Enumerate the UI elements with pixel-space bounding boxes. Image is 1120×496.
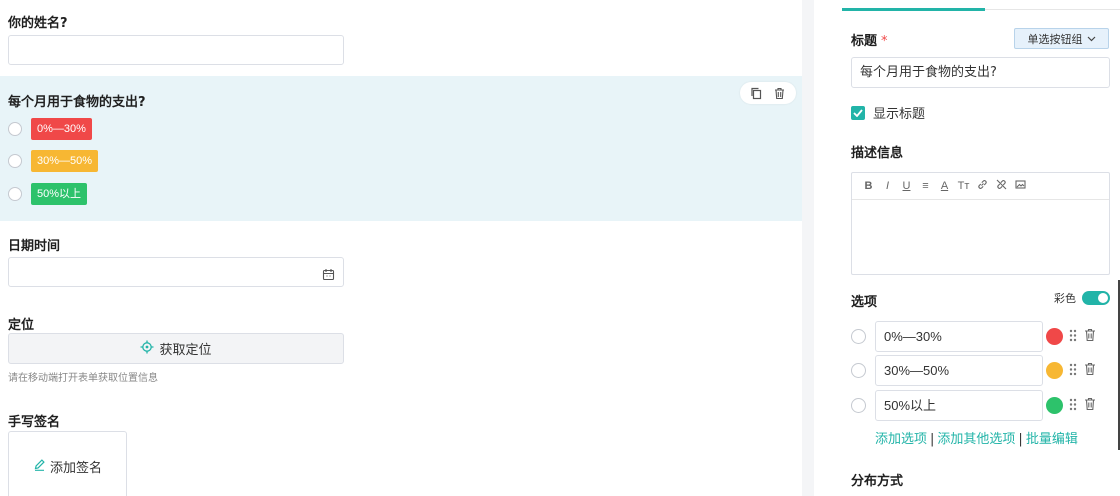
show-title-label: 显示标题	[873, 107, 926, 122]
option-input[interactable]: 0%—30%	[875, 321, 1043, 352]
options-label: 选项	[851, 295, 878, 310]
title-input[interactable]: 每个月用于食物的支出?	[851, 57, 1110, 88]
editor-toolbar: B I U ≡ A Tт	[852, 173, 1109, 200]
radio-option-tag: 30%—50%	[31, 150, 99, 172]
option-color-picker[interactable]	[1046, 328, 1063, 345]
location-hint: 请在移动端打开表单获取位置信息	[8, 373, 158, 384]
calendar-icon[interactable]	[322, 266, 335, 285]
food-expense-field[interactable]: 每个月用于食物的支出? 0%—30% 30%—50% 50%以上	[0, 76, 802, 221]
drag-handle-icon[interactable]	[1069, 327, 1077, 346]
datetime-label: 日期时间	[8, 239, 61, 254]
add-other-option-link[interactable]: 添加其他选项	[937, 432, 1015, 447]
link-separator: |	[1018, 432, 1023, 447]
title-section-label: 标题 *	[851, 30, 888, 49]
chevron-down-icon	[1083, 32, 1096, 45]
field-toolbar	[740, 82, 796, 104]
radio-option-1[interactable]: 0%—30%	[8, 118, 92, 140]
field-type-dropdown[interactable]: 单选按钮组	[1014, 28, 1109, 49]
checkbox-checked-icon[interactable]	[851, 105, 865, 120]
tab-divider	[985, 9, 1120, 10]
signature-label: 手写签名	[8, 415, 61, 430]
trash-icon[interactable]	[1084, 361, 1096, 380]
name-field-label: 你的姓名?	[8, 16, 68, 31]
drag-handle-icon[interactable]	[1069, 361, 1077, 380]
default-radio[interactable]	[851, 329, 866, 344]
location-field[interactable]: 定位 获取定位 请在移动端打开表单获取位置信息	[0, 306, 802, 401]
datetime-input[interactable]	[8, 257, 344, 287]
name-field[interactable]: 你的姓名?	[0, 0, 802, 75]
description-label: 描述信息	[851, 146, 904, 161]
form-canvas: 你的姓名? 每个月用于食物的支出? 0%—30% 30%—50% 50%以上 日…	[0, 0, 802, 496]
add-signature-label: 添加签名	[49, 460, 102, 476]
copy-icon[interactable]	[750, 87, 763, 100]
radio-option-tag: 50%以上	[31, 183, 88, 205]
unlink-icon[interactable]	[993, 179, 1010, 193]
drag-handle-icon[interactable]	[1069, 396, 1077, 415]
trash-icon[interactable]	[1084, 396, 1096, 415]
option-color-picker[interactable]	[1046, 362, 1063, 379]
color-toggle[interactable]: 彩色	[1054, 290, 1110, 306]
color-toggle-label: 彩色	[1054, 292, 1076, 305]
radio-option-2[interactable]: 30%—50%	[8, 150, 99, 172]
show-title-checkbox[interactable]: 显示标题	[851, 103, 925, 122]
title-label-text: 标题	[851, 34, 878, 49]
radio-circle[interactable]	[8, 122, 22, 136]
option-row: 50%以上	[851, 390, 1110, 421]
color-switch[interactable]	[1082, 291, 1110, 305]
font-color-icon[interactable]: A	[936, 180, 953, 192]
radio-circle[interactable]	[8, 187, 22, 201]
active-tab-indicator[interactable]	[842, 8, 985, 11]
default-radio[interactable]	[851, 398, 866, 413]
link-separator: |	[930, 432, 935, 447]
add-signature-button[interactable]: 添加签名	[8, 431, 127, 496]
radio-circle[interactable]	[8, 154, 22, 168]
required-mark: *	[881, 34, 888, 49]
link-icon[interactable]	[974, 179, 991, 193]
batch-edit-link[interactable]: 批量编辑	[1026, 432, 1078, 447]
name-input[interactable]	[8, 35, 344, 65]
font-size-icon[interactable]: Tт	[955, 180, 972, 192]
property-panel: 标题 * 单选按钮组 每个月用于食物的支出? 显示标题 描述信息 B I U ≡ …	[814, 0, 1120, 496]
trash-icon[interactable]	[1084, 327, 1096, 346]
option-input[interactable]: 30%—50%	[875, 355, 1043, 386]
get-location-label: 获取定位	[159, 343, 212, 358]
add-option-link[interactable]: 添加选项	[875, 432, 927, 447]
option-input[interactable]: 50%以上	[875, 390, 1043, 421]
radio-option-tag: 0%—30%	[31, 118, 92, 140]
align-icon[interactable]: ≡	[917, 180, 934, 192]
italic-icon[interactable]: I	[879, 180, 896, 192]
option-row: 0%—30%	[851, 321, 1110, 352]
location-label: 定位	[8, 318, 35, 333]
distribution-label: 分布方式	[851, 474, 904, 489]
trash-icon[interactable]	[773, 87, 786, 100]
underline-icon[interactable]: U	[898, 180, 915, 192]
locate-icon	[140, 340, 159, 358]
radio-option-3[interactable]: 50%以上	[8, 183, 88, 205]
food-expense-label: 每个月用于食物的支出?	[8, 95, 146, 110]
pen-icon	[33, 458, 50, 475]
default-radio[interactable]	[851, 363, 866, 378]
option-color-picker[interactable]	[1046, 397, 1063, 414]
signature-field[interactable]: 手写签名 添加签名	[0, 401, 802, 496]
field-type-label: 单选按钮组	[1027, 32, 1083, 46]
image-icon[interactable]	[1012, 179, 1029, 193]
get-location-button[interactable]: 获取定位	[8, 333, 344, 364]
datetime-field[interactable]: 日期时间	[0, 221, 802, 306]
description-editor[interactable]: B I U ≡ A Tт	[851, 172, 1110, 275]
option-links: 添加选项 | 添加其他选项 | 批量编辑	[875, 428, 1078, 447]
option-row: 30%—50%	[851, 355, 1110, 386]
bold-icon[interactable]: B	[860, 180, 877, 192]
